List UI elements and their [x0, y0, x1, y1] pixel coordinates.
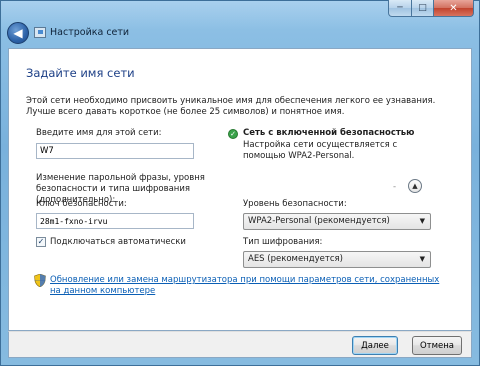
close-button[interactable]: ✕ — [434, 0, 474, 17]
uac-shield-icon — [34, 274, 46, 287]
network-name-label: Введите имя для этой сети: — [36, 128, 162, 138]
window-title: Настройка сети — [50, 27, 130, 38]
encryption-value: AES (рекомендуется) — [248, 254, 343, 264]
network-name-input[interactable] — [36, 143, 194, 159]
encryption-label: Тип шифрования: — [243, 237, 323, 247]
security-level-select[interactable]: WPA2-Personal (рекомендуется) ▼ — [243, 213, 431, 230]
security-level-label: Уровень безопасности: — [243, 199, 347, 209]
maximize-button[interactable]: □ — [412, 0, 434, 17]
security-status-text: Настройка сети осуществляется с помощью … — [243, 140, 398, 161]
back-arrow-icon: ◀ — [13, 26, 23, 40]
security-level-value: WPA2-Personal (рекомендуется) — [248, 216, 390, 226]
security-status-title: Сеть с включенной безопасностью — [243, 128, 415, 138]
security-ok-icon: ✓ — [228, 129, 238, 139]
collapse-button[interactable]: ▲ — [408, 179, 422, 193]
next-button[interactable]: Далее — [352, 336, 398, 355]
security-key-input[interactable] — [36, 213, 194, 229]
dropdown-arrow-icon: ▼ — [419, 255, 425, 263]
auto-connect-checkbox[interactable]: ✓ — [36, 237, 46, 247]
page-description: Этой сети необходимо присвоить уникально… — [26, 96, 436, 117]
cancel-button[interactable]: Отмена — [412, 336, 462, 355]
dropdown-arrow-icon: ▼ — [419, 217, 425, 225]
network-icon — [34, 27, 46, 38]
caption-buttons: ─ □ ✕ — [388, 0, 474, 17]
encryption-select[interactable]: AES (рекомендуется) ▼ — [243, 251, 431, 268]
page-heading: Задайте имя сети — [26, 66, 135, 80]
chevron-up-icon: ▲ — [412, 182, 418, 190]
back-button[interactable]: ◀ — [7, 22, 29, 44]
collapse-divider: - — [393, 182, 397, 192]
router-update-link[interactable]: Обновление или замена маршрутизатора при… — [50, 275, 445, 297]
security-key-label: Ключ безопасности: — [36, 199, 127, 209]
minimize-button[interactable]: ─ — [388, 0, 412, 17]
auto-connect-label[interactable]: Подключаться автоматически — [50, 237, 186, 247]
footer-bar — [8, 331, 472, 358]
